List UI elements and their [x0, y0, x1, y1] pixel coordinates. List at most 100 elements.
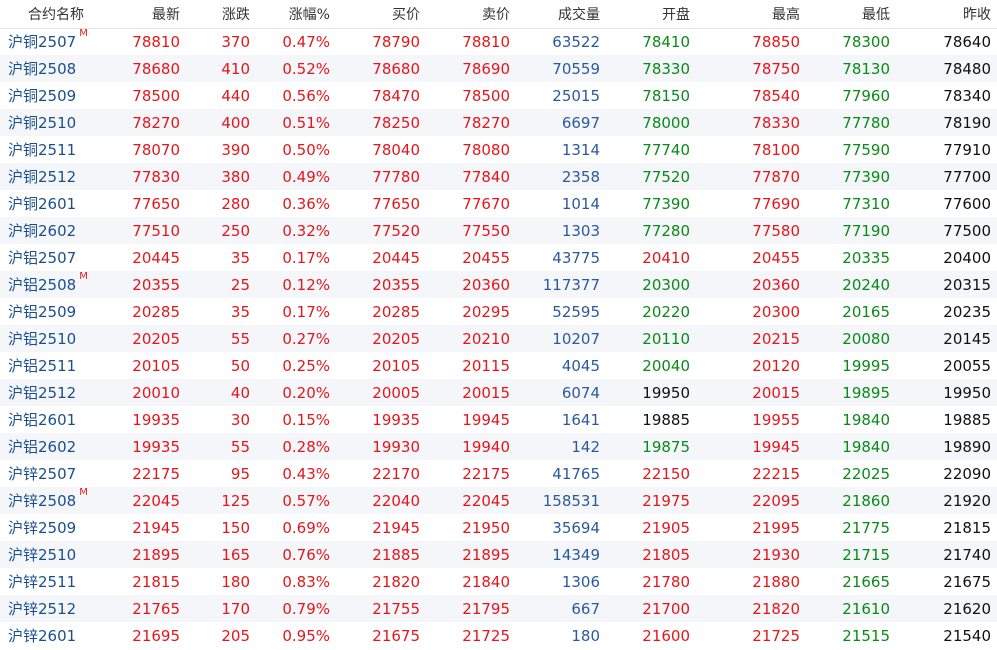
contract-name-cell[interactable]: 沪铝2509	[0, 298, 112, 325]
change-percent-cell: 0.25%	[282, 356, 330, 375]
contract-name-cell[interactable]: 沪铜2510	[0, 109, 112, 136]
low-price-cell: 78300	[842, 32, 890, 51]
table-row[interactable]: 沪铜2602 77510 250 0.32% 77520 77550 1303 77280 77…	[0, 217, 997, 244]
table-row[interactable]: 沪铝2510 20205 55 0.27% 20205 20210 10207 20110 20…	[0, 325, 997, 352]
contract-name-cell[interactable]: 沪铝2511	[0, 352, 112, 379]
change-percent-cell: 0.17%	[282, 248, 330, 267]
open-price-cell: 78410	[642, 32, 690, 51]
header-change-percent[interactable]: 涨幅%	[256, 0, 336, 29]
contract-name: 沪铝2602	[8, 438, 77, 456]
change-percent-cell: 0.51%	[282, 113, 330, 132]
contract-name-cell[interactable]: 沪铜2601	[0, 190, 112, 217]
table-row[interactable]: 沪铝2602 19935 55 0.28% 19930 19940 142 19875 1994…	[0, 433, 997, 460]
low-price-cell: 19840	[842, 410, 890, 429]
last-price-cell: 78070	[132, 140, 180, 159]
contract-name-cell[interactable]: 沪铝2601	[0, 406, 112, 433]
last-price-cell: 21765	[132, 599, 180, 618]
header-change[interactable]: 涨跌	[186, 0, 256, 29]
contract-name-cell[interactable]: 沪锌2512	[0, 595, 112, 622]
low-price-cell: 20165	[842, 302, 890, 321]
contract-name-cell[interactable]: 沪铜2511	[0, 136, 112, 163]
table-row[interactable]: 沪铝2509 20285 35 0.17% 20285 20295 52595 20220 20…	[0, 298, 997, 325]
table-row[interactable]: 沪锌2507 22175 95 0.43% 22170 22175 41765 22150 22…	[0, 460, 997, 487]
change-percent-cell: 0.27%	[282, 329, 330, 348]
contract-name-cell[interactable]: 沪锌2511	[0, 568, 112, 595]
contract-name: 沪锌2509	[8, 519, 77, 537]
table-row[interactable]: 沪铜2601 77650 280 0.36% 77650 77670 1014 77390 77…	[0, 190, 997, 217]
high-price-cell: 19955	[752, 410, 800, 429]
last-price-cell: 22045	[132, 491, 180, 510]
contract-name-cell[interactable]: 沪锌2510	[0, 541, 112, 568]
contract-name-cell[interactable]: 沪铝2507	[0, 244, 112, 271]
contract-name: 沪铜2510	[8, 114, 77, 132]
change-cell: 440	[221, 86, 250, 105]
table-row[interactable]: 沪铝2601 19935 30 0.15% 19935 19945 1641 19885 199…	[0, 406, 997, 433]
header-open[interactable]: 开盘	[606, 0, 696, 29]
change-cell: 170	[221, 599, 250, 618]
bid-price-cell: 77780	[372, 167, 420, 186]
contract-name-cell[interactable]: 沪铜2602	[0, 217, 112, 244]
prev-close-cell: 20400	[943, 248, 991, 267]
contract-name-cell[interactable]: 沪铜2508	[0, 55, 112, 82]
header-prev-close[interactable]: 昨收	[896, 0, 997, 29]
change-cell: 40	[230, 383, 250, 402]
table-row[interactable]: 沪铝2508 M 20355 25 0.12% 20355 20360 117377 20300…	[0, 271, 997, 298]
contract-name: 沪锌2512	[8, 600, 77, 618]
low-price-cell: 19840	[842, 437, 890, 456]
high-price-cell: 20120	[752, 356, 800, 375]
change-cell: 95	[230, 464, 250, 483]
contract-name-cell[interactable]: 沪铝2508 M	[0, 271, 112, 298]
table-row[interactable]: 沪铝2512 20010 40 0.20% 20005 20015 6074 19950 200…	[0, 379, 997, 406]
header-bid-price[interactable]: 买价	[336, 0, 426, 29]
table-body: 沪铜2507 M 78810 370 0.47% 78790 78810 63522 78410…	[0, 28, 997, 649]
table-row[interactable]: 沪锌2601 21695 205 0.95% 21675 21725 180 21600 217…	[0, 622, 997, 649]
table-row[interactable]: 沪锌2510 21895 165 0.76% 21885 21895 14349 21805 2…	[0, 541, 997, 568]
table-row[interactable]: 沪铜2508 78680 410 0.52% 78680 78690 70559 78330 7…	[0, 55, 997, 82]
volume-cell: 70559	[552, 59, 600, 78]
high-price-cell: 20015	[752, 383, 800, 402]
contract-name-cell[interactable]: 沪锌2601	[0, 622, 112, 649]
header-ask-price[interactable]: 卖价	[426, 0, 516, 29]
change-percent-cell: 0.83%	[282, 572, 330, 591]
open-price-cell: 20110	[642, 329, 690, 348]
table-row[interactable]: 沪铝2511 20105 50 0.25% 20105 20115 4045 20040 201…	[0, 352, 997, 379]
last-price-cell: 21945	[132, 518, 180, 537]
header-volume[interactable]: 成交量	[516, 0, 606, 29]
last-price-cell: 78270	[132, 113, 180, 132]
main-contract-badge: M	[79, 28, 88, 40]
last-price-cell: 21815	[132, 572, 180, 591]
header-contract-name[interactable]: 合约名称	[0, 0, 112, 29]
table-row[interactable]: 沪铝2507 20445 35 0.17% 20445 20455 43775 20410 20…	[0, 244, 997, 271]
ask-price-cell: 77550	[462, 221, 510, 240]
table-row[interactable]: 沪铜2511 78070 390 0.50% 78040 78080 1314 77740 78…	[0, 136, 997, 163]
table-row[interactable]: 沪铜2510 78270 400 0.51% 78250 78270 6697 78000 78…	[0, 109, 997, 136]
header-last-price[interactable]: 最新	[112, 0, 186, 29]
contract-name-cell[interactable]: 沪铝2602	[0, 433, 112, 460]
contract-name: 沪铝2509	[8, 303, 77, 321]
table-row[interactable]: 沪铜2507 M 78810 370 0.47% 78790 78810 63522 78410…	[0, 28, 997, 55]
main-contract-badge: M	[79, 487, 88, 498]
contract-name-cell[interactable]: 沪铜2509	[0, 82, 112, 109]
table-row[interactable]: 沪铜2512 77830 380 0.49% 77780 77840 2358 77520 77…	[0, 163, 997, 190]
table-row[interactable]: 沪锌2511 21815 180 0.83% 21820 21840 1306 21780 21…	[0, 568, 997, 595]
table-row[interactable]: 沪锌2509 21945 150 0.69% 21945 21950 35694 21905 2…	[0, 514, 997, 541]
header-low[interactable]: 最低	[806, 0, 896, 29]
contract-name: 沪铝2507	[8, 249, 77, 267]
ask-price-cell: 19940	[462, 437, 510, 456]
ask-price-cell: 78500	[462, 86, 510, 105]
bid-price-cell: 22040	[372, 491, 420, 510]
table-row[interactable]: 沪锌2508 M 22045 125 0.57% 22040 22045 158531 2197…	[0, 487, 997, 514]
contract-name-cell[interactable]: 沪铜2507 M	[0, 28, 112, 55]
table-row[interactable]: 沪铜2509 78500 440 0.56% 78470 78500 25015 78150 7…	[0, 82, 997, 109]
header-high[interactable]: 最高	[696, 0, 806, 29]
table-row[interactable]: 沪锌2512 21765 170 0.79% 21755 21795 667 21700 218…	[0, 595, 997, 622]
open-price-cell: 20040	[642, 356, 690, 375]
contract-name-cell[interactable]: 沪铝2510	[0, 325, 112, 352]
contract-name-cell[interactable]: 沪锌2507	[0, 460, 112, 487]
contract-name-cell[interactable]: 沪铝2512	[0, 379, 112, 406]
contract-name-cell[interactable]: 沪锌2508 M	[0, 487, 112, 514]
contract-name-cell[interactable]: 沪铜2512	[0, 163, 112, 190]
prev-close-cell: 21620	[943, 599, 991, 618]
low-price-cell: 78130	[842, 59, 890, 78]
contract-name-cell[interactable]: 沪锌2509	[0, 514, 112, 541]
